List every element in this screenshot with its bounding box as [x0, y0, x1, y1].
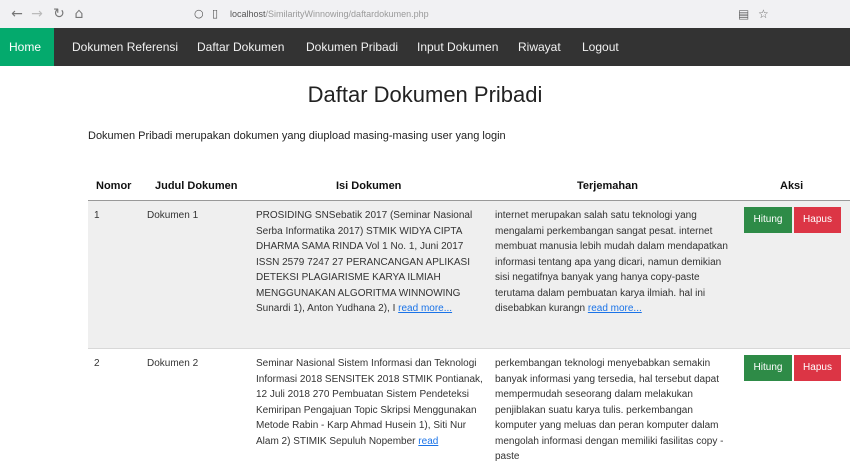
reader-view-icon[interactable]: ▤ [738, 5, 749, 23]
read-more-link[interactable]: read more... [398, 303, 452, 314]
page-title: Daftar Dokumen Pribadi [307, 82, 543, 107]
hitung-button[interactable]: Hitung [744, 355, 792, 381]
row-content-text: Seminar Nasional Sistem Informasi dan Te… [256, 358, 483, 447]
nav-home[interactable]: Home [0, 28, 54, 66]
nav-dokumen-referensi[interactable]: Dokumen Referensi [62, 28, 188, 66]
row-translation: perkembangan teknologi menyebabkan semak… [495, 358, 724, 462]
hapus-button[interactable]: Hapus [794, 207, 841, 233]
row-translation: internet merupakan salah satu teknologi … [495, 208, 731, 317]
url-text: localhost/SimilarityWinnowing/daftardoku… [230, 9, 429, 19]
forward-arrow-icon[interactable]: → [28, 5, 46, 23]
column-header-nomor: Nomor [96, 180, 132, 192]
nav-dokumen-pribadi[interactable]: Dokumen Pribadi [296, 28, 408, 66]
row-title: Dokumen 2 [147, 358, 199, 369]
read-more-link[interactable]: read more... [588, 303, 642, 314]
column-header-judul: Judul Dokumen [155, 180, 238, 192]
table-row: 1 Dokumen 1 PROSIDING SNSebatik 2017 (Se… [88, 201, 850, 349]
reload-icon[interactable]: ↻ [50, 5, 68, 23]
address-bar[interactable]: ○ ▯ localhost/SimilarityWinnowing/daftar… [190, 5, 780, 23]
row-content: PROSIDING SNSebatik 2017 (Seminar Nasion… [256, 208, 484, 317]
hapus-button[interactable]: Hapus [794, 355, 841, 381]
shield-icon: ○ [194, 7, 204, 20]
home-icon[interactable]: ⌂ [70, 5, 88, 23]
row-translation-text: internet merupakan salah satu teknologi … [495, 210, 728, 314]
table-row: 2 Dokumen 2 Seminar Nasional Sistem Info… [88, 349, 850, 470]
column-header-aksi: Aksi [780, 180, 804, 192]
row-number: 1 [94, 210, 100, 221]
page-intro: Dokumen Pribadi merupakan dokumen yang d… [88, 130, 506, 142]
row-content: Seminar Nasional Sistem Informasi dan Te… [256, 356, 484, 449]
back-arrow-icon[interactable]: ← [8, 5, 26, 23]
column-header-isi: Isi Dokumen [336, 180, 402, 192]
column-header-terjemahan: Terjemahan [577, 180, 638, 192]
row-number: 2 [94, 358, 100, 369]
browser-toolbar: ← → ↻ ⌂ ○ ▯ localhost/SimilarityWinnowin… [0, 0, 850, 29]
row-title: Dokumen 1 [147, 210, 199, 221]
nav-riwayat[interactable]: Riwayat [508, 28, 571, 66]
nav-daftar-dokumen[interactable]: Daftar Dokumen [187, 28, 294, 66]
read-more-link[interactable]: read [418, 436, 438, 447]
nav-logout[interactable]: Logout [572, 28, 629, 66]
bookmark-star-icon[interactable]: ☆ [758, 5, 769, 23]
row-content-text: PROSIDING SNSebatik 2017 (Seminar Nasion… [256, 210, 473, 314]
hitung-button[interactable]: Hitung [744, 207, 792, 233]
nav-input-dokumen[interactable]: Input Dokumen [407, 28, 508, 66]
main-navigation: Home Dokumen Referensi Daftar Dokumen Do… [0, 28, 850, 66]
page-icon: ▯ [212, 7, 219, 20]
